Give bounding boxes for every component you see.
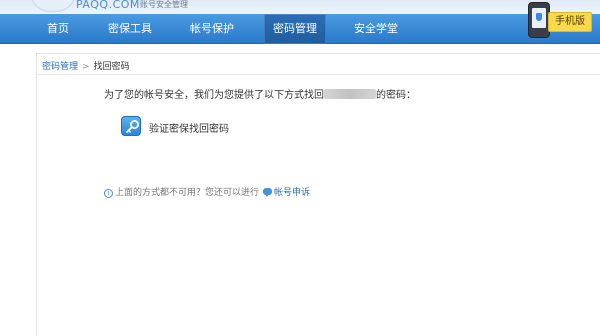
logo-text[interactable]: PAQQ.COM — [76, 0, 140, 11]
nav-item-home[interactable]: 首页 — [38, 14, 78, 44]
logo-shield-icon[interactable] — [30, 0, 76, 12]
nav-item-school[interactable]: 安全学堂 — [348, 14, 404, 44]
nav-item-tools[interactable]: 密保工具 — [102, 14, 158, 44]
nav-item-password[interactable]: 密码管理 — [264, 14, 326, 44]
breadcrumb-current: 找回密码 — [93, 62, 130, 72]
key-icon[interactable] — [121, 116, 141, 136]
breadcrumb-separator: > — [82, 62, 90, 72]
intro-prefix: 为了您的帐号安全，我们为您提供了以下方式找回 — [104, 90, 324, 101]
shield-icon — [536, 13, 542, 21]
mobile-phone-icon[interactable] — [528, 2, 550, 38]
top-header: PAQQ.COM 账号安全管理 — [0, 0, 600, 14]
account-appeal-link[interactable]: 帐号申诉 — [274, 188, 310, 198]
other-text: 上面的方式都不可用？您还可以进行 — [115, 188, 260, 198]
info-icon: i — [104, 189, 113, 198]
logo-subtitle: 账号安全管理 — [140, 0, 188, 9]
nav-item-protection[interactable]: 帐号保护 — [184, 14, 240, 44]
phone-screen — [532, 8, 546, 28]
breadcrumb-divider — [37, 74, 600, 75]
breadcrumb-parent[interactable]: 密码管理 — [42, 62, 78, 72]
method-label[interactable]: 验证密保找回密码 — [149, 120, 229, 135]
mobile-version-tag[interactable]: 手机版 — [548, 12, 592, 32]
other-options: i 上面的方式都不可用？您还可以进行 帐号申诉 — [104, 185, 310, 198]
intro-suffix: 的密码： — [376, 90, 416, 101]
intro-text: 为了您的帐号安全，我们为您提供了以下方式找回 的密码： — [104, 86, 416, 101]
redacted-account — [324, 89, 376, 99]
breadcrumb: 密码管理 > 找回密码 — [42, 59, 130, 72]
chat-bubble-icon — [263, 188, 273, 197]
main-navbar: 首页 密保工具 帐号保护 密码管理 安全学堂 — [0, 14, 600, 44]
